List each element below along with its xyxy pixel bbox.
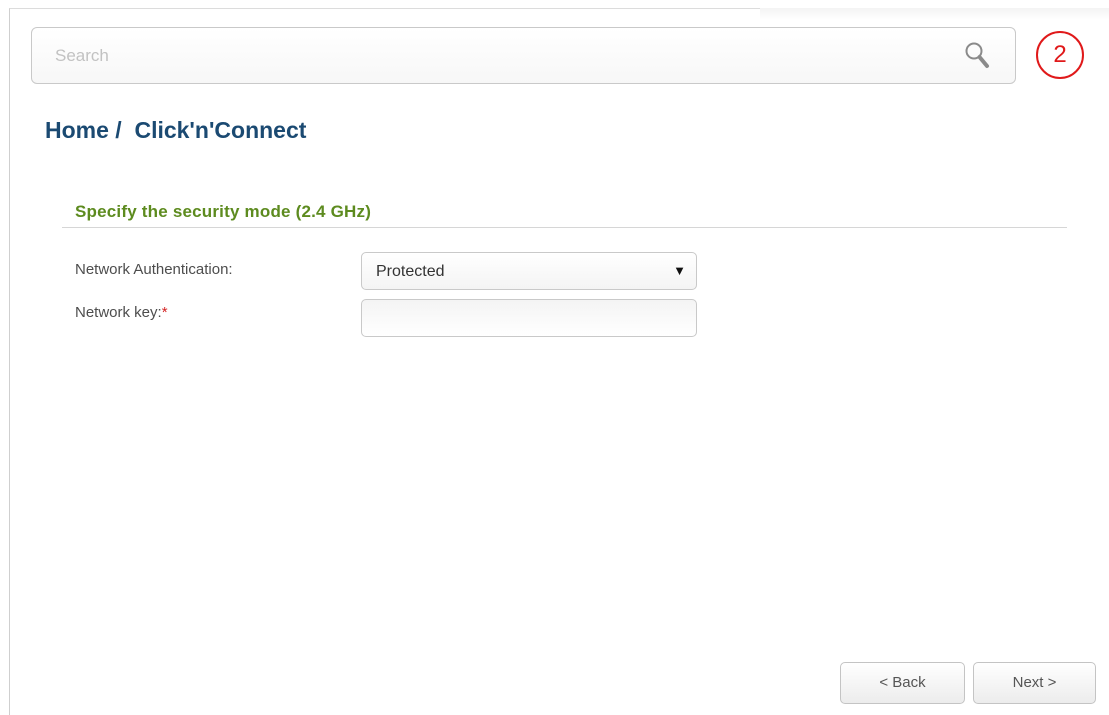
network-authentication-value: Protected xyxy=(376,263,445,280)
top-shade xyxy=(760,8,1109,20)
search-icon[interactable] xyxy=(963,40,991,70)
required-marker: * xyxy=(161,304,168,321)
network-authentication-select[interactable]: Protected ▼ xyxy=(361,252,697,290)
notification-badge[interactable]: 2 xyxy=(1036,31,1084,79)
main-panel xyxy=(9,8,1109,715)
network-key-field[interactable] xyxy=(361,299,697,337)
section-title: Specify the security mode (2.4 GHz) xyxy=(75,202,372,221)
network-key-label-text: Network key: xyxy=(75,304,162,321)
network-authentication-label: Network Authentication: xyxy=(75,261,233,278)
back-button[interactable]: < Back xyxy=(840,662,965,704)
next-button[interactable]: Next > xyxy=(973,662,1096,704)
network-authentication-label-text: Network Authentication: xyxy=(75,261,233,278)
breadcrumb: Home / Click'n'Connect xyxy=(45,117,307,143)
search-input[interactable] xyxy=(32,28,975,83)
network-key-label: Network key:* xyxy=(75,304,168,321)
dropdown-arrow-icon: ▼ xyxy=(673,263,686,278)
section-divider xyxy=(62,227,1067,228)
search-bar[interactable] xyxy=(31,27,1016,84)
